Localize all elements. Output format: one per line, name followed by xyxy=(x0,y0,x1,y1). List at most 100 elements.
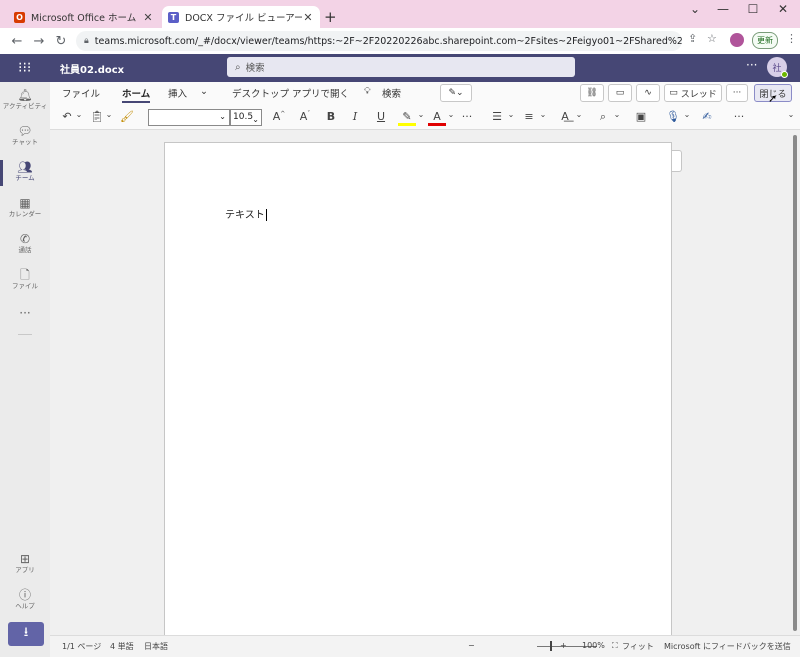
more-options-icon[interactable]: ··· xyxy=(746,58,757,72)
language[interactable]: 日本語 xyxy=(144,641,168,652)
fit-button[interactable]: フィット xyxy=(622,641,654,652)
thread-button[interactable]: ▭ スレッド xyxy=(664,84,722,102)
menu-insert[interactable]: 挿入 xyxy=(168,86,187,100)
app-launcher-icon[interactable]: ⁝⁝⁝ xyxy=(18,60,31,76)
rail-item-help[interactable]: ⓘ ヘルプ xyxy=(0,588,50,611)
word-count: 4 単語 xyxy=(110,642,134,651)
document-body[interactable]: テキスト xyxy=(225,206,267,221)
browser-tab-strip: O Microsoft Office ホーム ✕ T DOCX ファイル ビュー… xyxy=(0,0,800,28)
chevron-down-icon: ⌄ xyxy=(252,115,259,124)
underline-icon[interactable]: U xyxy=(372,110,390,123)
teams-search-input[interactable]: ⌕ 検索 xyxy=(227,57,575,77)
window-close-icon[interactable]: ✕ xyxy=(768,2,798,16)
chevron-down-icon[interactable]: ⌄ xyxy=(678,110,696,119)
lightbulb-icon: 💡︎ xyxy=(364,86,371,97)
chevron-down-icon: ⌄ xyxy=(219,112,226,121)
more-options-icon[interactable]: ··· xyxy=(730,110,748,123)
italic-icon[interactable]: I xyxy=(346,110,364,123)
back-icon[interactable]: ← xyxy=(6,34,28,49)
new-tab-button[interactable]: + xyxy=(324,8,337,26)
shrink-font-icon[interactable]: Aˇ xyxy=(296,110,314,123)
vertical-scrollbar[interactable] xyxy=(790,131,800,635)
menu-open-desktop[interactable]: デスクトップ アプリで開く xyxy=(232,86,349,100)
zoom-slider-thumb[interactable] xyxy=(550,641,552,651)
search-placeholder: 検索 xyxy=(245,63,265,74)
pen-icon: ✎⌄ xyxy=(448,88,464,98)
feedback-link[interactable]: Microsoft にフィードバックを送信 xyxy=(664,641,791,652)
share-icon[interactable]: ⇪ xyxy=(688,32,697,45)
chevron-down-icon[interactable]: ⌄ xyxy=(100,110,118,119)
font-size-select[interactable]: 10.5 ⌄ xyxy=(230,109,262,126)
ribbon-collapse-icon[interactable]: ⌄ xyxy=(782,110,800,119)
chevron-down-icon[interactable]: ⌄ xyxy=(608,110,626,119)
link-button[interactable]: ⛓︎ xyxy=(580,84,604,102)
zoom-in-button[interactable]: + xyxy=(560,641,567,650)
pulse-icon: ∿ xyxy=(644,88,652,98)
avatar[interactable]: 社 xyxy=(767,57,788,78)
font-size-value: 10.5 xyxy=(233,112,254,122)
tab-title: DOCX ファイル ビューアー | Microsoft Teams xyxy=(185,13,302,24)
zoom-out-button[interactable]: − xyxy=(468,641,475,650)
download-button[interactable]: ⭳ xyxy=(8,622,44,646)
maximize-icon[interactable]: ☐ xyxy=(738,2,768,16)
chevron-down-icon[interactable]: ⌄ xyxy=(502,110,520,119)
update-button[interactable]: 更新 xyxy=(752,32,778,49)
rail-item-activity[interactable]: 🔔︎ アクティビティ xyxy=(0,88,50,111)
format-painter-icon[interactable]: 🖌︎ xyxy=(118,110,136,123)
bold-icon[interactable]: B xyxy=(322,110,340,123)
close-icon[interactable]: ✕ xyxy=(142,11,154,24)
thread-label: スレッド xyxy=(680,89,717,100)
chevron-down-icon[interactable]: ⌄ xyxy=(70,110,88,119)
close-icon[interactable]: ✕ xyxy=(302,11,314,24)
mouse-pointer-icon: ➚ xyxy=(768,92,778,105)
rail-item-calendar[interactable]: ▦ カレンダー xyxy=(0,196,50,219)
page-count: 1/1 ページ xyxy=(62,642,102,651)
chevron-down-icon[interactable]: ⌄ xyxy=(534,110,552,119)
rail-label: アプリ xyxy=(15,566,35,574)
search-icon: ⌕ xyxy=(235,61,241,73)
address-bar[interactable]: 🔒︎ teams.microsoft.com/_#/docx/viewer/te… xyxy=(76,31,682,51)
rail-item-teams[interactable]: 👥︎ チーム xyxy=(0,160,50,186)
phone-icon: ✆ xyxy=(19,232,31,246)
browser-tab-teams[interactable]: T DOCX ファイル ビューアー | Microsoft Teams ✕ xyxy=(162,6,320,28)
chevron-down-icon[interactable]: ⌄ xyxy=(680,2,710,16)
reload-icon[interactable]: ↻ xyxy=(50,34,72,49)
menu-home[interactable]: ホーム xyxy=(122,86,151,103)
font-name-select[interactable]: ⌄ xyxy=(148,109,230,126)
menu-search[interactable]: 検索 xyxy=(382,86,401,100)
avatar-initial: 社 xyxy=(772,63,782,74)
rail-item-files[interactable]: 🗋 ファイル xyxy=(0,268,50,291)
lock-icon: 🔒︎ xyxy=(84,36,89,46)
comment-icon: ▭ xyxy=(615,88,625,98)
comment-button[interactable]: ▭ xyxy=(608,84,632,102)
chevron-down-icon[interactable]: ⌄ xyxy=(200,86,208,97)
comment-pane-tab[interactable] xyxy=(672,150,682,172)
teams-icon: T xyxy=(168,11,179,23)
view-icon[interactable]: ▣ xyxy=(632,110,650,123)
rail-item-apps[interactable]: ⊞ アプリ xyxy=(0,552,50,575)
activity-button[interactable]: ∿ xyxy=(636,84,660,102)
rail-label: カレンダー xyxy=(8,210,42,218)
editor-icon[interactable]: ✍︎ xyxy=(698,110,716,123)
minimize-icon[interactable]: — xyxy=(708,2,738,16)
rail-item-calls[interactable]: ✆ 通話 xyxy=(0,232,50,255)
more-button[interactable]: ··· xyxy=(726,84,748,102)
tab-title: Microsoft Office ホーム xyxy=(31,13,137,24)
chevron-down-icon[interactable]: ⌄ xyxy=(570,110,588,119)
menu-file[interactable]: ファイル xyxy=(62,86,100,100)
document-page[interactable]: テキスト xyxy=(164,142,672,635)
rail-label: ファイル xyxy=(12,282,38,290)
scrollbar-thumb[interactable] xyxy=(793,135,797,631)
star-icon[interactable]: ☆ xyxy=(707,32,717,45)
grow-font-icon[interactable]: A^ xyxy=(270,110,288,123)
rail-item-chat[interactable]: 💬︎ チャット xyxy=(0,124,50,147)
profile-icon[interactable] xyxy=(730,33,744,47)
apps-icon: ⊞ xyxy=(19,552,31,566)
editing-mode-button[interactable]: ✎⌄ xyxy=(440,84,472,102)
forward-icon[interactable]: → xyxy=(28,34,50,49)
menu-icon[interactable]: ⋮ xyxy=(786,32,797,45)
more-formatting-icon[interactable]: ··· xyxy=(458,110,476,123)
rail-more-button[interactable]: ··· xyxy=(0,306,50,320)
browser-tab-office[interactable]: O Microsoft Office ホーム ✕ xyxy=(8,6,160,28)
rail-label: チャット xyxy=(12,138,38,146)
